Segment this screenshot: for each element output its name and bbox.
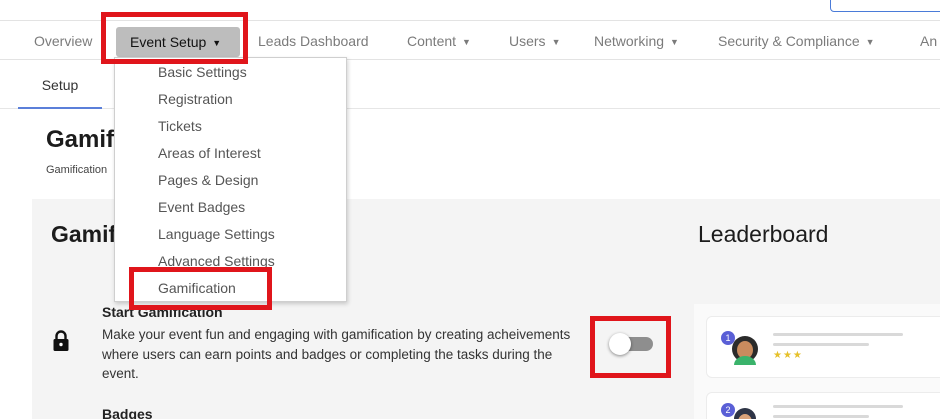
avatar-icon xyxy=(734,408,756,419)
nav-item-content[interactable]: Content ▼ xyxy=(407,21,471,61)
placeholder-line xyxy=(773,415,869,418)
nav-item-label: Content xyxy=(407,33,457,49)
event-setup-dropdown: Basic Settings Registration Tickets Area… xyxy=(114,57,347,302)
menu-item-pages-design[interactable]: Pages & Design xyxy=(158,172,258,188)
stars-rating: ★★★ xyxy=(773,350,803,361)
lock-icon xyxy=(53,330,69,351)
avatar-icon xyxy=(732,336,758,365)
nav-item-label: Overview xyxy=(34,33,93,49)
menu-item-areas-of-interest[interactable]: Areas of Interest xyxy=(158,145,261,161)
nav-item-users[interactable]: Users ▼ xyxy=(509,21,560,61)
caret-down-icon: ▼ xyxy=(551,37,561,47)
placeholder-line xyxy=(773,405,903,408)
badges-label: Badges xyxy=(102,406,153,419)
leaderboard-card: 2 xyxy=(706,392,940,419)
nav-item-label: Security & Compliance xyxy=(718,33,860,49)
tab-setup[interactable]: Setup xyxy=(18,61,102,109)
nav-item-leads-dashboard[interactable]: Leads Dashboard xyxy=(258,21,369,61)
caret-down-icon: ▼ xyxy=(670,37,679,47)
highlight-gamification-item xyxy=(129,267,272,310)
menu-item-basic-settings[interactable]: Basic Settings xyxy=(158,64,247,80)
nav-item-label: Networking xyxy=(594,33,665,49)
nav-item-label: Leads Dashboard xyxy=(258,33,369,49)
nav-item-networking[interactable]: Networking ▼ xyxy=(594,21,679,61)
leaderboard-card: 1 ★★★ xyxy=(706,316,940,378)
leaderboard-preview: 1 ★★★ 2 xyxy=(694,304,940,419)
nav-item-analytics[interactable]: An xyxy=(920,21,937,61)
top-right-button[interactable] xyxy=(830,0,940,12)
menu-item-tickets[interactable]: Tickets xyxy=(158,118,202,134)
breadcrumb: Gamification xyxy=(46,164,108,176)
nav-item-security-compliance[interactable]: Security & Compliance ▼ xyxy=(718,21,875,61)
highlight-event-setup xyxy=(101,12,248,64)
start-gamification-description: Make your event fun and engaging with ga… xyxy=(102,327,571,381)
caret-down-icon: ▼ xyxy=(865,37,875,47)
leaderboard-title: Leaderboard xyxy=(698,221,829,247)
placeholder-line xyxy=(773,343,869,346)
menu-item-language-settings[interactable]: Language Settings xyxy=(158,226,275,242)
nav-item-label: Users xyxy=(509,33,546,49)
highlight-toggle xyxy=(590,316,671,378)
nav-item-overview[interactable]: Overview xyxy=(34,21,92,61)
caret-down-icon: ▼ xyxy=(462,37,471,47)
nav-item-label: An xyxy=(920,33,938,49)
menu-item-registration[interactable]: Registration xyxy=(158,91,233,107)
placeholder-line xyxy=(773,333,903,336)
menu-item-event-badges[interactable]: Event Badges xyxy=(158,199,245,215)
